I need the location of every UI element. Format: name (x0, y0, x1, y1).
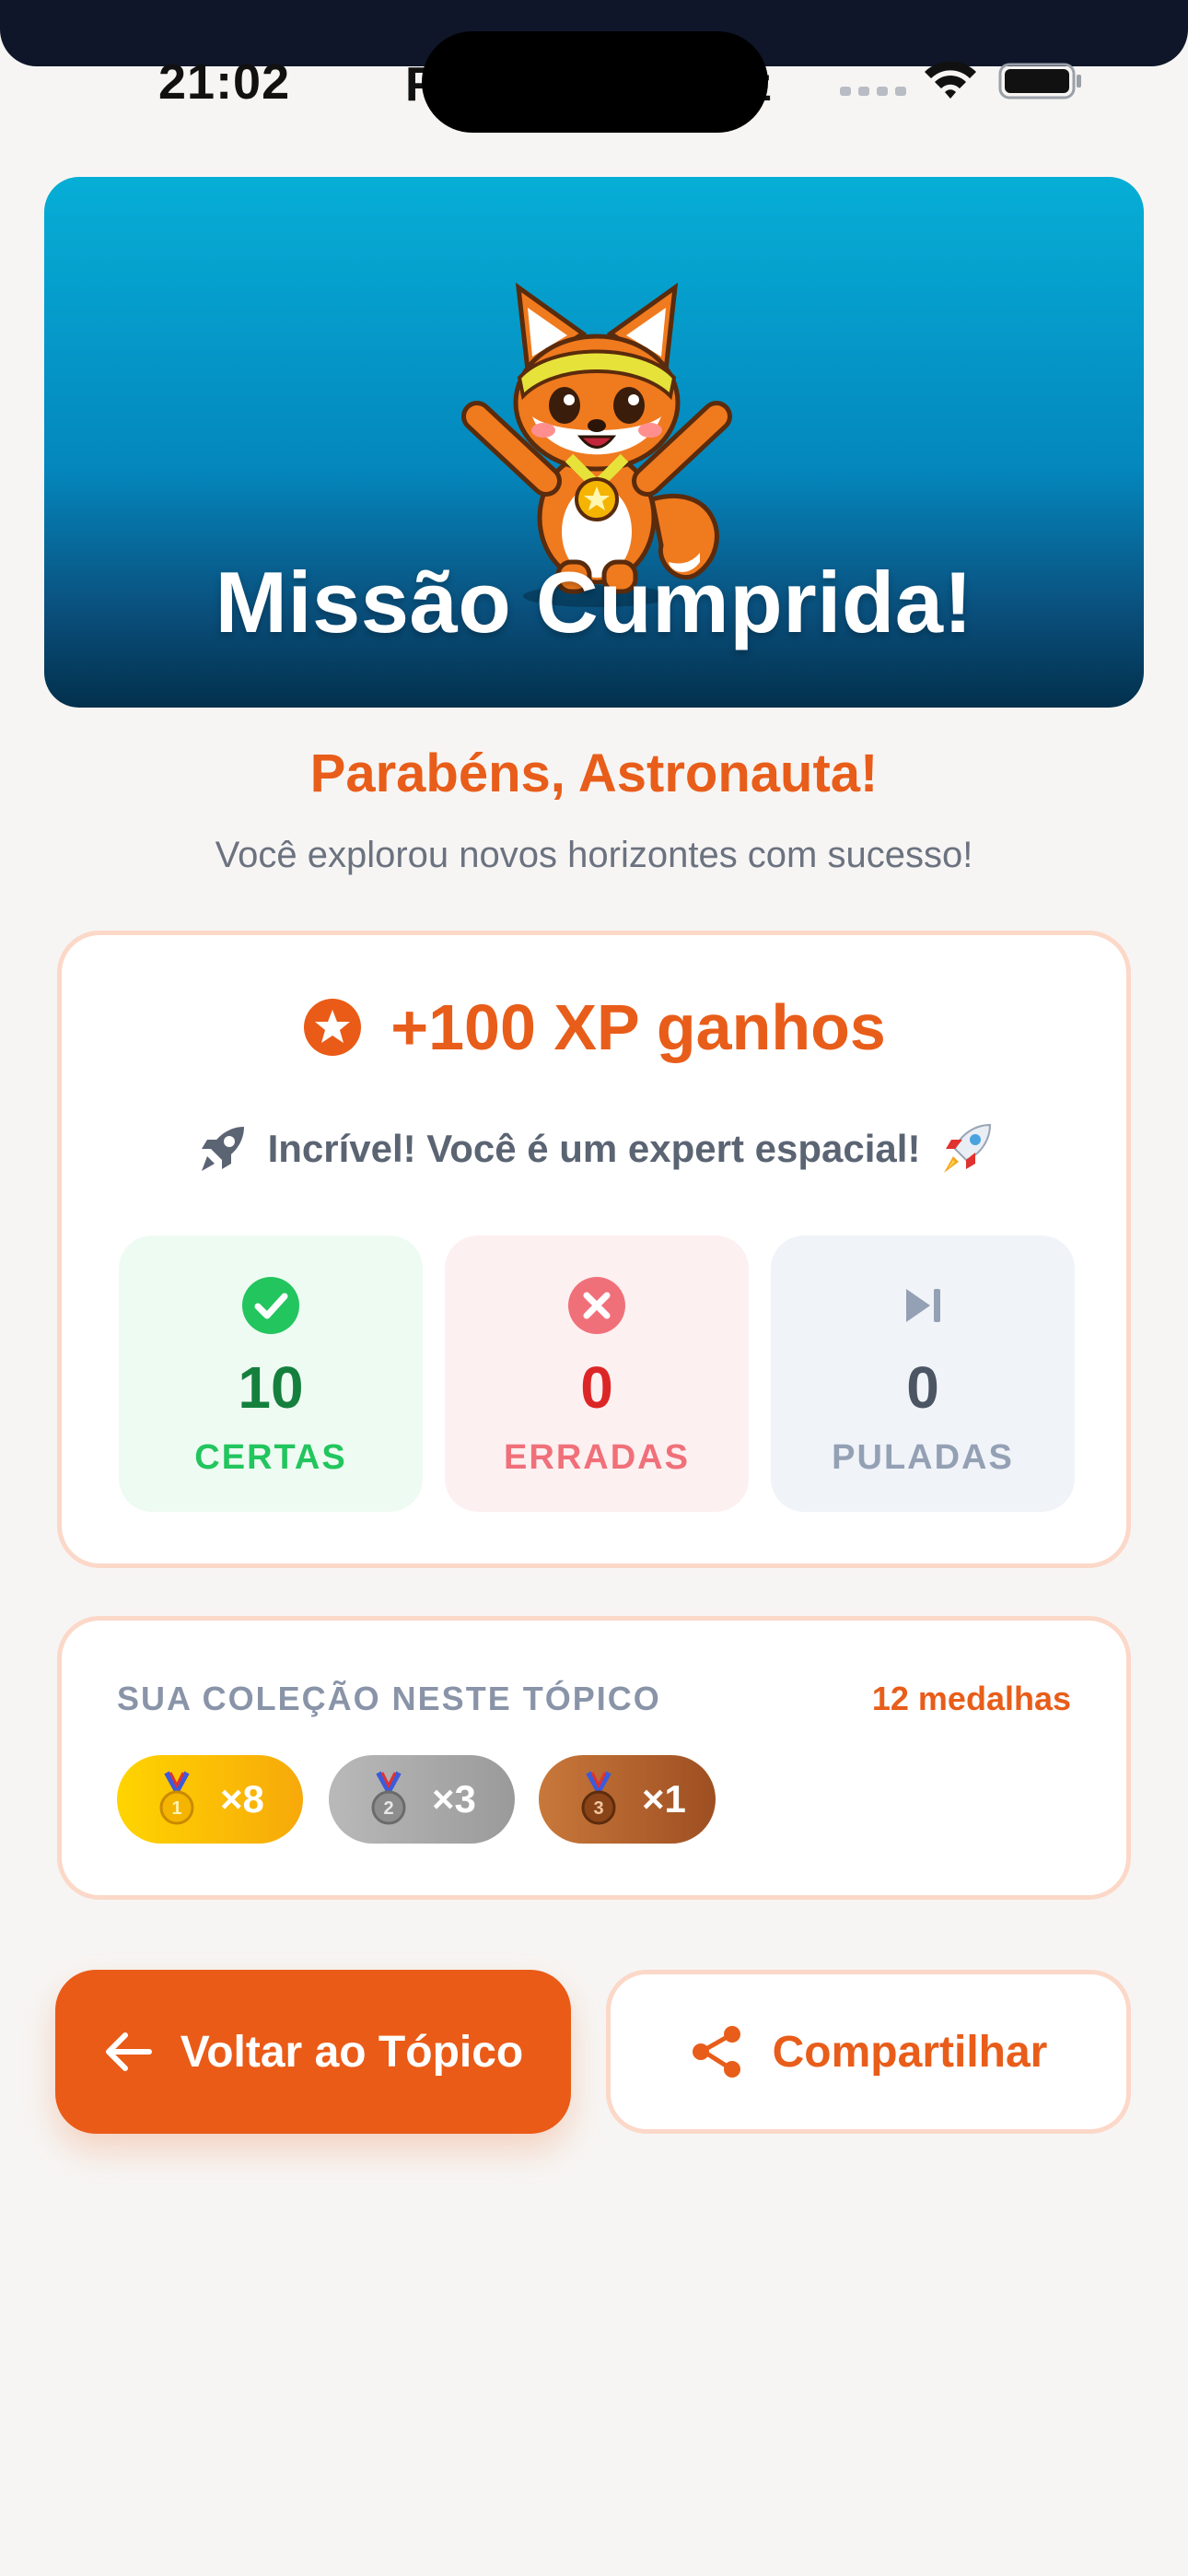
stat-skipped-value: 0 (906, 1354, 939, 1421)
svg-text:1: 1 (171, 1798, 181, 1819)
collection-heading: SUA COLEÇÃO NESTE TÓPICO (117, 1680, 661, 1717)
stat-skipped: 0 PULADAS (771, 1235, 1075, 1512)
battery-icon (998, 63, 1081, 100)
stat-skipped-label: PULADAS (832, 1438, 1014, 1477)
congrats-subtitle: Você explorou novos horizontes com suces… (215, 835, 973, 875)
gold-medal-pill: 1 ×8 (117, 1755, 303, 1844)
xp-label: +100 XP ganhos (390, 991, 886, 1063)
arrow-left-icon (105, 2032, 152, 2071)
back-to-topic-button[interactable]: Voltar ao Tópico (55, 1970, 571, 2134)
back-to-topic-label: Voltar ao Tópico (180, 2027, 524, 2077)
check-circle-icon (242, 1277, 299, 1334)
expert-message-text: Incrível! Você é um expert espacial! (267, 1127, 921, 1170)
stat-correct-value: 10 (238, 1354, 304, 1421)
stat-wrong-value: 0 (580, 1354, 613, 1421)
gold-medal-icon: 1 (159, 1771, 194, 1825)
x-circle-icon (568, 1277, 625, 1334)
svg-text:2: 2 (383, 1798, 393, 1819)
bronze-medal-pill: 3 ×1 (539, 1755, 716, 1844)
medal-collection-card: SUA COLEÇÃO NESTE TÓPICO 12 medalhas 1 ×… (57, 1616, 1131, 1900)
cellular-signal-icon (840, 87, 906, 96)
skip-next-icon (906, 1289, 940, 1322)
silver-medal-icon: 2 (371, 1771, 406, 1825)
stat-wrong-label: ERRADAS (504, 1438, 690, 1477)
share-icon (692, 2026, 740, 2078)
expert-message: Incrível! Você é um expert espacial! (62, 1119, 1126, 1178)
stat-wrong: 0 ERRADAS (445, 1235, 749, 1512)
mission-hero-banner: Missão Cumprida! (44, 177, 1144, 708)
wifi-icon (925, 61, 976, 99)
silver-medal-pill: 2 ×3 (329, 1755, 515, 1844)
dynamic-island (422, 31, 768, 133)
svg-text:3: 3 (593, 1798, 603, 1819)
rocket-emoji-icon (944, 1123, 992, 1173)
stat-correct-label: CERTAS (194, 1438, 347, 1477)
xp-gained: +100 XP ganhos (62, 990, 1126, 1064)
status-bar: 21:02 F z (0, 31, 1188, 138)
stat-correct: 10 CERTAS (119, 1235, 423, 1512)
share-button[interactable]: Compartilhar (606, 1970, 1131, 2134)
congrats-title: Parabéns, Astronauta! (309, 744, 879, 803)
rocket-icon (201, 1127, 244, 1171)
xp-summary-card: +100 XP ganhos Incrível! Você é um exper… (57, 931, 1131, 1568)
share-label: Compartilhar (772, 2027, 1048, 2077)
star-badge-icon (304, 999, 362, 1056)
hero-title: Missão Cumprida! (215, 554, 973, 650)
collection-total: 12 medalhas (871, 1680, 1071, 1717)
silver-medal-count: ×3 (432, 1777, 476, 1821)
status-time: 21:02 (158, 54, 291, 110)
bronze-medal-icon: 3 (581, 1771, 616, 1825)
gold-medal-count: ×8 (220, 1777, 264, 1821)
bronze-medal-count: ×1 (642, 1777, 686, 1821)
